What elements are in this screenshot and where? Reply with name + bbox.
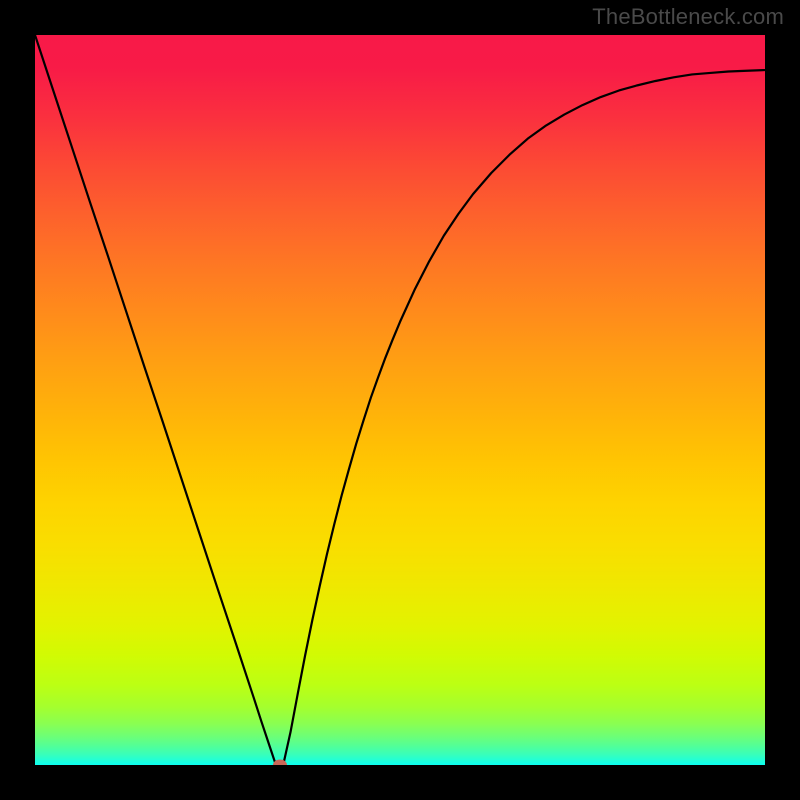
plot-area <box>35 35 765 765</box>
optimal-point-marker <box>273 760 287 766</box>
bottleneck-curve <box>35 35 765 765</box>
watermark-text: TheBottleneck.com <box>592 4 784 30</box>
chart-container: TheBottleneck.com <box>0 0 800 800</box>
